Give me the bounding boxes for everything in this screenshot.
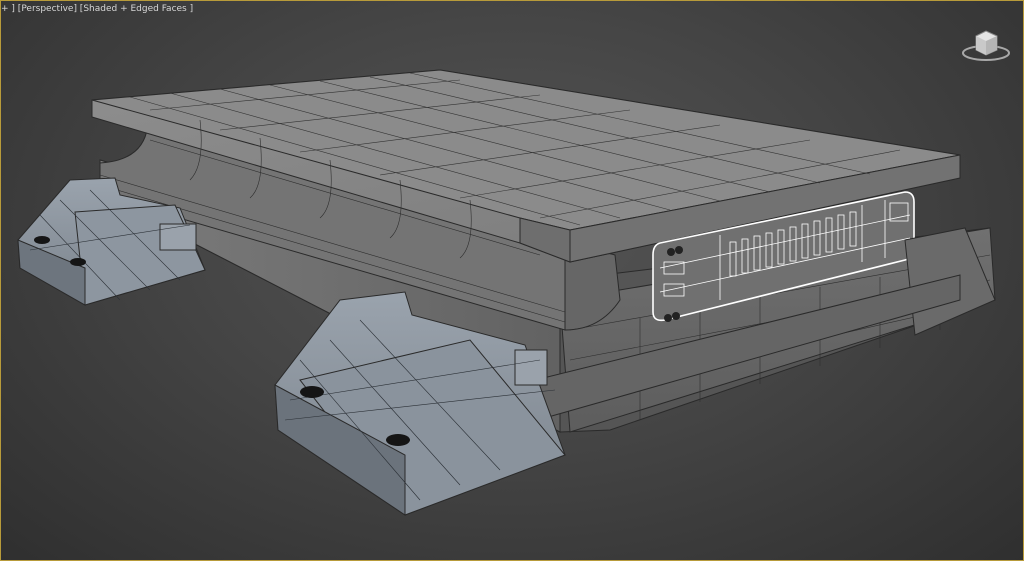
scene-model[interactable] [0,0,1024,561]
perspective-viewport[interactable]: + ] [Perspective] [Shaded + Edged Faces … [0,0,1024,561]
viewcube[interactable] [958,22,1014,64]
viewcube-icon[interactable] [958,22,1014,64]
